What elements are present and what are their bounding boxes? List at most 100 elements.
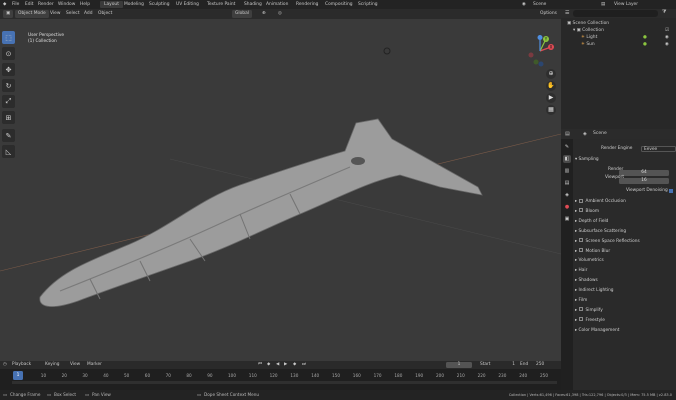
outliner-editor-icon[interactable]: ☰ [565,10,569,16]
view-layer-name[interactable]: View Layer [614,0,638,9]
panel-ambient-occlusion[interactable]: ▸ Ambient Occlusion [575,197,676,206]
zoom-icon[interactable]: ⊕ [546,69,556,79]
properties-editor-icon[interactable]: ▤ [565,131,570,137]
tab-scripting[interactable]: Scripting [358,0,378,9]
tab-uv-editing[interactable]: UV Editing [176,0,199,9]
playback-menu[interactable]: Playback [12,361,31,369]
panel-enable-checkbox[interactable] [578,317,583,322]
tab-sculpting[interactable]: Sculpting [149,0,170,9]
options-dropdown[interactable]: Options [540,9,557,19]
viewport-denoising-row[interactable]: Viewport Denoising [575,186,676,195]
panel-screen-space-reflections[interactable]: ▸ Screen Space Reflections [575,237,676,246]
prev-key-icon[interactable]: ◆ [267,361,270,369]
timeline-view-menu[interactable]: View [70,361,80,369]
outliner-item-sun[interactable]: ☀ Sun ● ◉ [561,41,676,48]
move-tool-icon[interactable]: ✥ [2,63,15,76]
cursor-tool-icon[interactable]: ⊙ [2,47,15,60]
viewport-samples-field[interactable]: 16 [619,178,669,184]
panel-indirect-lighting[interactable]: ▸ Indirect Lighting [575,286,676,295]
menu-render[interactable]: Render [38,0,54,9]
proportional-edit-icon[interactable]: ◎ [278,9,282,19]
menu-view[interactable]: View [50,9,60,19]
jump-end-icon[interactable]: ⏭ [302,361,306,369]
annotate-tool-icon[interactable]: ✎ [2,129,15,142]
panel-bloom[interactable]: ▸ Bloom [575,207,676,216]
menu-help[interactable]: Help [80,0,90,9]
tab-rendering[interactable]: Rendering [296,0,318,9]
properties-editor[interactable]: ▤ ◈ Scene ✎ ◧ ▥ ▤ ◈ ● ▣ Render Engine Ee… [561,129,676,390]
panel-enable-checkbox[interactable] [578,198,583,203]
tab-shading[interactable]: Shading [244,0,262,9]
play-reverse-icon[interactable]: ◀ [276,361,279,369]
panel-color-management[interactable]: ▸ Color Management [575,326,676,335]
rotate-tool-icon[interactable]: ↻ [2,79,15,92]
tab-modeling[interactable]: Modeling [124,0,144,9]
visibility-eye-icon[interactable]: ◉ [665,41,669,48]
next-key-icon[interactable]: ◆ [293,361,296,369]
perspective-grid-icon[interactable]: ▦ [546,105,556,115]
camera-view-icon[interactable]: ▶ [546,93,556,103]
menu-object[interactable]: Object [98,9,112,19]
panel-enable-checkbox[interactable] [578,307,583,312]
panel-depth-of-field[interactable]: ▸ Depth of Field [575,217,676,226]
menu-select[interactable]: Select [66,9,80,19]
menu-file[interactable]: File [12,0,19,9]
marker-menu[interactable]: Marker [87,361,102,369]
blender-logo-icon[interactable]: ◆ [3,0,6,9]
panel-enable-checkbox[interactable] [578,248,583,252]
editor-type-icon[interactable]: ▣ [3,10,14,18]
menu-add[interactable]: Add [84,9,93,19]
outliner-item-collection[interactable]: ▾ ▣ Collection ☑ [561,27,676,34]
tab-animation[interactable]: Animation [266,0,288,9]
outliner-search-input[interactable] [573,10,658,17]
tab-compositing[interactable]: Compositing [325,0,353,9]
transform-orientation-dropdown[interactable]: Global [232,10,253,18]
start-frame-value[interactable]: 1 [499,361,515,369]
3d-viewport[interactable]: ▣ Object Mode View Select Add Object Glo… [0,9,561,361]
timeline-editor-icon[interactable]: ◷ [3,361,7,369]
navigation-gizmo[interactable]: X Y [524,35,556,67]
tab-layout[interactable]: Layout [100,1,123,8]
render-tab-icon[interactable]: ◧ [563,155,571,163]
snap-icon[interactable]: ⊕ [262,9,266,19]
checkbox-icon[interactable]: ☑ [665,27,669,34]
filter-icon[interactable]: ⧩ [662,9,666,15]
scene-name[interactable]: Scene [533,0,546,9]
visibility-eye-icon[interactable]: ◉ [665,34,669,41]
keying-menu[interactable]: Keying [45,361,59,369]
menu-window[interactable]: Window [58,0,75,9]
panel-enable-checkbox[interactable] [578,208,583,213]
render-engine-dropdown[interactable]: Eevee [641,145,676,152]
output-tab-icon[interactable]: ▥ [563,167,571,175]
current-frame-field[interactable]: 1 [446,362,472,368]
pan-hand-icon[interactable]: ✋ [546,81,556,91]
timeline-track[interactable] [12,381,557,384]
panel-shadows[interactable]: ▸ Shadows [575,276,676,285]
panel-enable-checkbox[interactable] [578,238,583,243]
jump-start-icon[interactable]: ⏮ [258,361,262,369]
measure-tool-icon[interactable]: ◺ [2,145,15,158]
scale-tool-icon[interactable]: ⤢ [2,95,15,108]
outliner[interactable]: ☰ ⧩ ▣ Scene Collection ▾ ▣ Collection ☑ … [561,9,676,129]
panel-simplify[interactable]: ▸ Simplify [575,306,676,315]
object-mode-dropdown[interactable]: Object Mode [15,10,49,18]
panel-volumetrics[interactable]: ▸ Volumetrics [575,256,676,265]
viewport-denoising-checkbox[interactable] [669,188,673,193]
panel-film[interactable]: ▸ Film [575,296,676,305]
outliner-item-light[interactable]: ☀ Light ● ◉ [561,34,676,41]
outliner-scene-collection[interactable]: ▣ Scene Collection [561,20,676,27]
end-frame-value[interactable]: 250 [536,361,544,369]
frame-ruler[interactable]: 0102030405060708090100110120130140150160… [12,373,561,381]
menu-edit[interactable]: Edit [25,0,34,9]
panel-subsurface-scattering[interactable]: ▸ Subsurface Scattering [575,227,676,236]
panel-freestyle[interactable]: ▸ Freestyle [575,316,676,325]
play-icon[interactable]: ▶ [284,361,287,369]
tool-tab-icon[interactable]: ✎ [563,143,571,151]
select-box-tool-icon[interactable]: ⬚ [2,31,15,44]
transform-tool-icon[interactable]: ⊞ [2,111,15,124]
view-layer-tab-icon[interactable]: ▤ [563,179,571,187]
sampling-panel-header[interactable]: ▾ Sampling [575,155,676,164]
tab-texture-paint[interactable]: Texture Paint [207,0,235,9]
panel-motion-blur[interactable]: ▸ Motion Blur [575,247,676,256]
panel-hair[interactable]: ▸ Hair [575,266,676,275]
